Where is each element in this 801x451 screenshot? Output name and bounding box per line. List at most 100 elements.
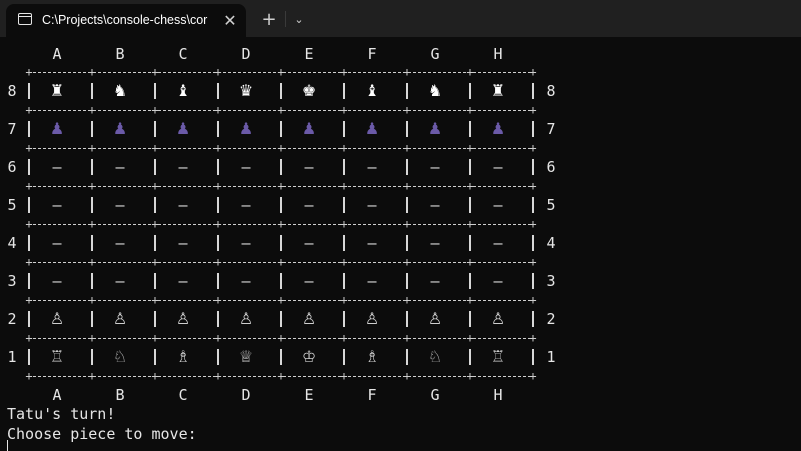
chess-piece[interactable]: ♙ [289,304,329,334]
board-square-empty[interactable]: — [226,266,266,296]
board-corner: + [466,217,474,231]
chess-piece[interactable]: ♕ [226,342,266,372]
chess-piece[interactable]: ♙ [163,304,203,334]
turn-message: Tatu's turn! [7,405,116,423]
chess-piece[interactable]: ♜ [478,76,518,106]
board-corner: + [214,293,222,307]
board-square-empty[interactable]: — [163,152,203,182]
board-divider [28,235,30,251]
board-square-empty[interactable]: — [100,190,140,220]
board-square-empty[interactable]: — [226,228,266,258]
board-divider [217,197,219,213]
chess-piece[interactable]: ♞ [100,76,140,106]
board-square-empty[interactable]: — [478,152,518,182]
chess-piece[interactable]: ♙ [37,304,77,334]
chess-piece[interactable]: ♝ [163,76,203,106]
chess-piece[interactable]: ♞ [415,76,455,106]
board-corner: + [340,65,348,79]
chess-piece[interactable]: ♚ [289,76,329,106]
board-corner: + [403,141,411,155]
chess-piece[interactable]: ♟ [163,114,203,144]
board-divider [343,83,345,99]
board-divider [280,159,282,175]
chess-piece[interactable]: ♟ [100,114,140,144]
chess-piece[interactable]: ♙ [352,304,392,334]
board-corner: + [88,179,96,193]
chess-piece[interactable]: ♝ [352,76,392,106]
board-divider [532,311,534,327]
board-corner: + [25,65,33,79]
board-square-empty[interactable]: — [478,228,518,258]
board-square-empty[interactable]: — [415,228,455,258]
board-square-empty[interactable]: — [100,228,140,258]
board-square-empty[interactable]: — [289,228,329,258]
board-divider [343,235,345,251]
board-square-empty[interactable]: — [352,228,392,258]
board-corner: + [529,217,537,231]
board-square-empty[interactable]: — [226,190,266,220]
chess-piece[interactable]: ♖ [37,342,77,372]
board-square-empty[interactable]: — [415,266,455,296]
chess-piece[interactable]: ♗ [352,342,392,372]
chess-piece[interactable]: ♟ [226,114,266,144]
board-corner: + [277,179,285,193]
board-square-empty[interactable]: — [163,228,203,258]
board-square-empty[interactable]: — [37,228,77,258]
board-square-empty[interactable]: — [163,266,203,296]
chess-piece[interactable]: ♟ [289,114,329,144]
board-corner: + [466,369,474,383]
board-divider [91,83,93,99]
board-square-empty[interactable]: — [415,190,455,220]
board-corner: + [151,255,159,269]
board-divider [343,273,345,289]
chess-piece[interactable]: ♘ [415,342,455,372]
close-icon[interactable]: ✕ [218,8,242,32]
chess-piece[interactable]: ♙ [478,304,518,334]
board-square-empty[interactable]: — [352,152,392,182]
chess-piece[interactable]: ♟ [478,114,518,144]
board-corner: + [529,103,537,117]
console-output[interactable]: Tatu's turn! Choose piece to move: A A B B C… [0,37,801,451]
board-square-empty[interactable]: — [37,266,77,296]
chess-piece[interactable]: ♔ [289,342,329,372]
chess-piece[interactable]: ♜ [37,76,77,106]
board-square-empty[interactable]: — [226,152,266,182]
chevron-down-icon[interactable]: ⌄ [289,6,309,32]
chess-piece[interactable]: ♗ [163,342,203,372]
board-square-empty[interactable]: — [289,190,329,220]
chess-piece[interactable]: ♙ [100,304,140,334]
board-square-empty[interactable]: — [163,190,203,220]
chess-piece[interactable]: ♖ [478,342,518,372]
board-divider [343,121,345,137]
chess-piece[interactable]: ♟ [352,114,392,144]
board-square-empty[interactable]: — [100,266,140,296]
board-divider [154,349,156,365]
board-square-empty[interactable]: — [100,152,140,182]
board-corner: + [403,331,411,345]
board-divider [406,197,408,213]
chess-piece[interactable]: ♟ [37,114,77,144]
board-square-empty[interactable]: — [478,266,518,296]
board-divider [28,83,30,99]
terminal-tab[interactable]: C:\Projects\console-chess\cor ✕ [6,4,246,37]
board-divider [217,83,219,99]
board-square-empty[interactable]: — [415,152,455,182]
board-square-empty[interactable]: — [352,190,392,220]
board-square-empty[interactable]: — [37,190,77,220]
chess-piece[interactable]: ♙ [226,304,266,334]
chess-piece[interactable]: ♙ [415,304,455,334]
board-square-empty[interactable]: — [37,152,77,182]
board-square-empty[interactable]: — [289,152,329,182]
board-square-empty[interactable]: — [352,266,392,296]
chess-piece[interactable]: ♛ [226,76,266,106]
board-divider [532,235,534,251]
chess-piece[interactable]: ♘ [100,342,140,372]
chess-piece[interactable]: ♟ [415,114,455,144]
board-square-empty[interactable]: — [478,190,518,220]
new-tab-button[interactable]: + [256,6,282,32]
board-square-empty[interactable]: — [289,266,329,296]
board-divider [217,235,219,251]
board-divider [28,311,30,327]
board-corner: + [277,331,285,345]
board-corner: + [151,331,159,345]
